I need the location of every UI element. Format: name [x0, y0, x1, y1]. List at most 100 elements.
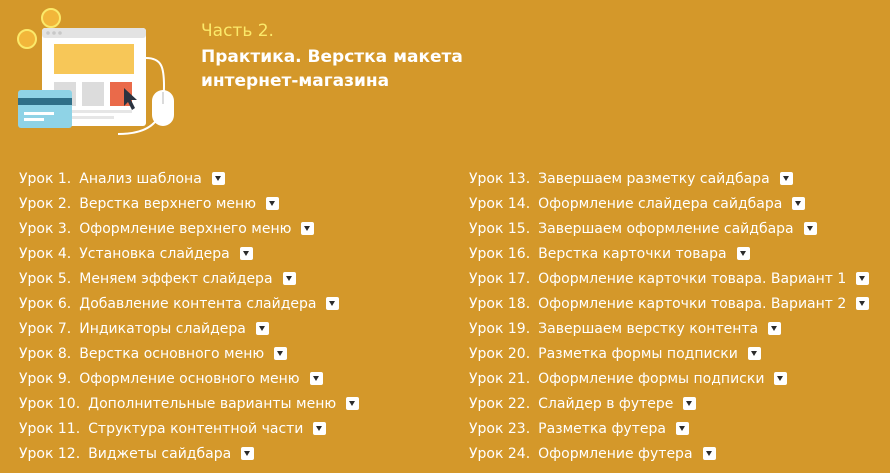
lesson-item[interactable]: Урок 3. Оформление верхнего меню	[19, 216, 359, 241]
lesson-item[interactable]: Урок 9. Оформление основного меню	[19, 366, 359, 391]
download-icon[interactable]	[803, 222, 817, 235]
lesson-title: Оформление карточки товара. Вариант 1	[538, 270, 847, 287]
download-icon[interactable]	[265, 197, 279, 210]
part-title-line-2: интернет-магазина	[201, 71, 390, 91]
lesson-title: Завершаем оформление сайдбара	[538, 220, 794, 237]
lesson-title: Верстка верхнего меню	[79, 195, 256, 212]
lessons-column-right: Урок 13. Завершаем разметку сайдбара Урок …	[469, 166, 870, 466]
lesson-item[interactable]: Урок 24. Оформление футера	[469, 441, 869, 466]
lesson-title: Слайдер в футере	[538, 395, 674, 412]
lesson-item[interactable]: Урок 7. Индикаторы слайдера	[19, 316, 359, 341]
lesson-title: Завершаем разметку сайдбара	[538, 170, 770, 187]
lesson-item[interactable]: Урок 4. Установка слайдера	[19, 241, 359, 266]
lesson-title: Оформление футера	[538, 445, 693, 462]
lesson-number: Урок 18.	[469, 295, 531, 312]
lesson-number: Урок 19.	[469, 320, 531, 337]
download-icon[interactable]	[856, 297, 870, 310]
lesson-number: Урок 24.	[469, 445, 531, 462]
lesson-number: Урок 22.	[469, 395, 531, 412]
lesson-title: Структура контентной части	[88, 420, 304, 437]
lesson-number: Урок 7.	[19, 320, 72, 337]
lesson-number: Урок 14.	[469, 195, 531, 212]
download-icon[interactable]	[211, 172, 225, 185]
lesson-item[interactable]: Урок 12. Виджеты сайдбара	[19, 441, 359, 466]
lesson-item[interactable]: Урок 17. Оформление карточки товара. Вари…	[469, 266, 870, 291]
lesson-title: Оформление карточки товара. Вариант 2	[538, 295, 847, 312]
lesson-number: Урок 4.	[19, 245, 72, 262]
lesson-title: Установка слайдера	[79, 245, 230, 262]
ecommerce-illustration-icon	[17, 8, 174, 135]
lesson-item[interactable]: Урок 20. Разметка формы подписки	[469, 341, 869, 366]
lesson-item[interactable]: Урок 13. Завершаем разметку сайдбара	[469, 166, 869, 191]
download-icon[interactable]	[856, 272, 870, 285]
lesson-number: Урок 17.	[469, 270, 531, 287]
lesson-item[interactable]: Урок 1. Анализ шаблона	[19, 166, 359, 191]
lesson-item[interactable]: Урок 11. Структура контентной части	[19, 416, 359, 441]
download-icon[interactable]	[239, 247, 253, 260]
lesson-title: Виджеты сайдбара	[88, 445, 232, 462]
lesson-number: Урок 1.	[19, 170, 72, 187]
download-icon[interactable]	[675, 422, 689, 435]
download-icon[interactable]	[768, 322, 782, 335]
lesson-item[interactable]: Урок 10. Дополнительные варианты меню	[19, 391, 360, 416]
lesson-item[interactable]: Урок 6. Добавление контента слайдера	[19, 291, 359, 316]
download-icon[interactable]	[702, 447, 716, 460]
part-title: Практика. Верстка макета интернет-магази…	[201, 45, 463, 93]
lesson-number: Урок 2.	[19, 195, 72, 212]
lesson-title: Оформление слайдера сайдбара	[538, 195, 783, 212]
lesson-title: Дополнительные варианты меню	[88, 395, 337, 412]
lesson-title: Индикаторы слайдера	[79, 320, 246, 337]
download-icon[interactable]	[736, 247, 750, 260]
lesson-title: Верстка основного меню	[79, 345, 265, 362]
lesson-number: Урок 12.	[19, 445, 81, 462]
lesson-item[interactable]: Урок 23. Разметка футера	[469, 416, 869, 441]
lesson-item[interactable]: Урок 8. Верстка основного меню	[19, 341, 359, 366]
download-icon[interactable]	[255, 322, 269, 335]
lesson-number: Урок 9.	[19, 370, 72, 387]
download-icon[interactable]	[282, 272, 296, 285]
lesson-title: Меняем эффект слайдера	[79, 270, 273, 287]
lesson-title: Разметка формы подписки	[538, 345, 738, 362]
lesson-number: Урок 13.	[469, 170, 531, 187]
part-title-line-1: Практика. Верстка макета	[201, 47, 463, 67]
download-icon[interactable]	[313, 422, 327, 435]
lesson-title: Оформление верхнего меню	[79, 220, 292, 237]
lesson-number: Урок 23.	[469, 420, 531, 437]
lesson-item[interactable]: Урок 15. Завершаем оформление сайдбара	[469, 216, 869, 241]
lesson-number: Урок 5.	[19, 270, 72, 287]
lesson-title: Верстка карточки товара	[538, 245, 727, 262]
lesson-number: Урок 11.	[19, 420, 81, 437]
lesson-item[interactable]: Урок 14. Оформление слайдера сайдбара	[469, 191, 869, 216]
lesson-number: Урок 20.	[469, 345, 531, 362]
download-icon[interactable]	[779, 172, 793, 185]
lesson-title: Добавление контента слайдера	[79, 295, 317, 312]
lesson-item[interactable]: Урок 16. Верстка карточки товара	[469, 241, 869, 266]
download-icon[interactable]	[241, 447, 255, 460]
download-icon[interactable]	[309, 372, 323, 385]
lesson-item[interactable]: Урок 18. Оформление карточки товара. Вари…	[469, 291, 870, 316]
header: Часть 2. Практика. Верстка макета интерн…	[201, 20, 463, 93]
lesson-item[interactable]: Урок 5. Меняем эффект слайдера	[19, 266, 359, 291]
download-icon[interactable]	[301, 222, 315, 235]
part-label: Часть 2.	[201, 21, 274, 41]
lesson-item[interactable]: Урок 21. Оформление формы подписки	[469, 366, 869, 391]
lesson-item[interactable]: Урок 22. Слайдер в футере	[469, 391, 869, 416]
lesson-number: Урок 3.	[19, 220, 72, 237]
lesson-title: Разметка футера	[538, 420, 666, 437]
download-icon[interactable]	[747, 347, 761, 360]
lesson-item[interactable]: Урок 19. Завершаем верстку контента	[469, 316, 869, 341]
download-icon[interactable]	[683, 397, 697, 410]
lesson-number: Урок 8.	[19, 345, 72, 362]
lesson-number: Урок 21.	[469, 370, 531, 387]
lesson-number: Урок 10.	[19, 395, 81, 412]
lesson-title: Оформление основного меню	[79, 370, 300, 387]
lesson-number: Урок 16.	[469, 245, 531, 262]
download-icon[interactable]	[774, 372, 788, 385]
lesson-number: Урок 15.	[469, 220, 531, 237]
download-icon[interactable]	[326, 297, 340, 310]
lesson-title: Завершаем верстку контента	[538, 320, 759, 337]
download-icon[interactable]	[792, 197, 806, 210]
download-icon[interactable]	[346, 397, 360, 410]
download-icon[interactable]	[274, 347, 288, 360]
lesson-item[interactable]: Урок 2. Верстка верхнего меню	[19, 191, 359, 216]
